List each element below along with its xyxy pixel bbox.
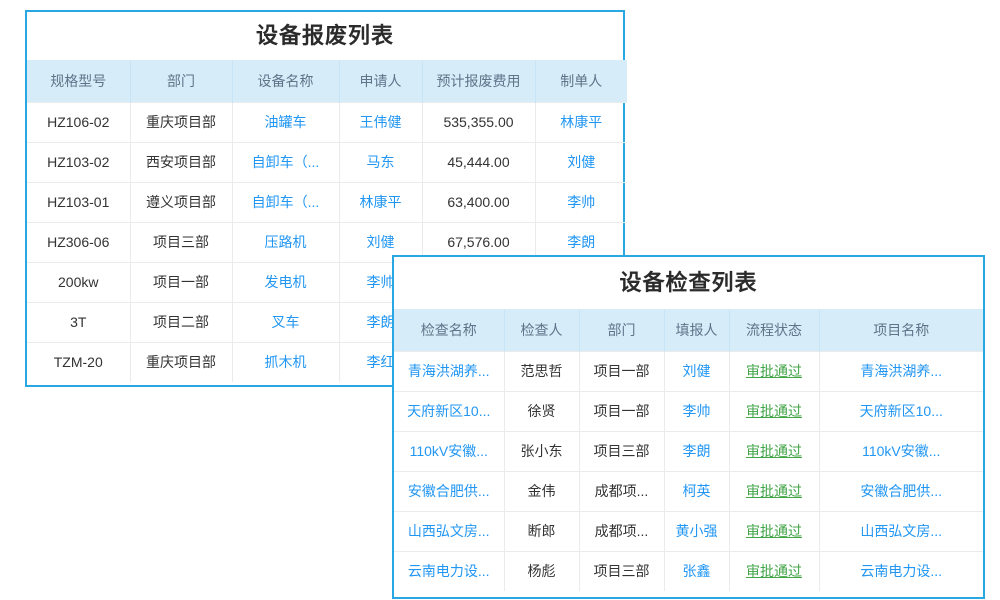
inspector-cell: 金伟	[504, 471, 579, 511]
filler-link[interactable]: 张鑫	[664, 551, 729, 591]
flow-status-link[interactable]: 审批通过	[729, 391, 819, 431]
column-header-department: 部门	[130, 60, 232, 102]
department-cell: 成都项...	[579, 511, 664, 551]
spec-model-cell: TZM-20	[27, 342, 130, 382]
equipment-name-link[interactable]: 油罐车	[232, 102, 339, 142]
table-row: 云南电力设... 杨彪 项目三部 张鑫 审批通过 云南电力设...	[394, 551, 983, 591]
table-row: 青海洪湖养... 范思哲 项目一部 刘健 审批通过 青海洪湖养...	[394, 351, 983, 391]
creator-link[interactable]: 林康平	[535, 102, 627, 142]
column-header-department: 部门	[579, 309, 664, 351]
department-cell: 遵义项目部	[130, 182, 232, 222]
department-cell: 项目二部	[130, 302, 232, 342]
column-header-flow-status: 流程状态	[729, 309, 819, 351]
inspector-cell: 张小东	[504, 431, 579, 471]
creator-link[interactable]: 李帅	[535, 182, 627, 222]
column-header-applicant: 申请人	[339, 60, 422, 102]
flow-status-link[interactable]: 审批通过	[729, 511, 819, 551]
filler-link[interactable]: 刘健	[664, 351, 729, 391]
spec-model-cell: 3T	[27, 302, 130, 342]
inspection-list-title: 设备检查列表	[394, 257, 983, 309]
table-row: 天府新区10... 徐贤 项目一部 李帅 审批通过 天府新区10...	[394, 391, 983, 431]
department-cell: 项目一部	[130, 262, 232, 302]
column-header-estimated-cost: 预计报废费用	[422, 60, 535, 102]
estimated-cost-cell: 45,444.00	[422, 142, 535, 182]
applicant-link[interactable]: 马东	[339, 142, 422, 182]
flow-status-link[interactable]: 审批通过	[729, 471, 819, 511]
table-row: 安徽合肥供... 金伟 成都项... 柯英 审批通过 安徽合肥供...	[394, 471, 983, 511]
inspector-cell: 范思哲	[504, 351, 579, 391]
spec-model-cell: HZ103-02	[27, 142, 130, 182]
column-header-spec-model: 规格型号	[27, 60, 130, 102]
table-row: 山西弘文房... 断郎 成都项... 黄小强 审批通过 山西弘文房...	[394, 511, 983, 551]
flow-status-link[interactable]: 审批通过	[729, 431, 819, 471]
column-header-creator: 制单人	[535, 60, 627, 102]
spec-model-cell: 200kw	[27, 262, 130, 302]
equipment-name-link[interactable]: 自卸车（...	[232, 142, 339, 182]
filler-link[interactable]: 李帅	[664, 391, 729, 431]
applicant-link[interactable]: 王伟健	[339, 102, 422, 142]
inspection-list-card: 设备检查列表 检查名称 检查人 部门 填报人 流程状态 项目名称 青海洪湖养..…	[392, 255, 985, 599]
project-name-link[interactable]: 云南电力设...	[819, 551, 983, 591]
department-cell: 项目一部	[579, 351, 664, 391]
spec-model-cell: HZ103-01	[27, 182, 130, 222]
column-header-filler: 填报人	[664, 309, 729, 351]
inspection-name-link[interactable]: 山西弘文房...	[394, 511, 504, 551]
department-cell: 项目三部	[579, 551, 664, 591]
column-header-inspector: 检查人	[504, 309, 579, 351]
department-cell: 项目三部	[130, 222, 232, 262]
column-header-equipment-name: 设备名称	[232, 60, 339, 102]
department-cell: 项目三部	[579, 431, 664, 471]
table-row: HZ106-02 重庆项目部 油罐车 王伟健 535,355.00 林康平	[27, 102, 627, 142]
estimated-cost-cell: 535,355.00	[422, 102, 535, 142]
filler-link[interactable]: 柯英	[664, 471, 729, 511]
project-name-link[interactable]: 安徽合肥供...	[819, 471, 983, 511]
scrap-header-row: 规格型号 部门 设备名称 申请人 预计报废费用 制单人	[27, 60, 627, 102]
department-cell: 重庆项目部	[130, 342, 232, 382]
inspection-name-link[interactable]: 天府新区10...	[394, 391, 504, 431]
creator-link[interactable]: 刘健	[535, 142, 627, 182]
table-row: HZ103-01 遵义项目部 自卸车（... 林康平 63,400.00 李帅	[27, 182, 627, 222]
inspection-header-row: 检查名称 检查人 部门 填报人 流程状态 项目名称	[394, 309, 983, 351]
equipment-name-link[interactable]: 自卸车（...	[232, 182, 339, 222]
table-row: HZ103-02 西安项目部 自卸车（... 马东 45,444.00 刘健	[27, 142, 627, 182]
filler-link[interactable]: 黄小强	[664, 511, 729, 551]
column-header-project-name: 项目名称	[819, 309, 983, 351]
inspection-name-link[interactable]: 青海洪湖养...	[394, 351, 504, 391]
department-cell: 重庆项目部	[130, 102, 232, 142]
flow-status-link[interactable]: 审批通过	[729, 551, 819, 591]
scrap-list-title: 设备报废列表	[27, 12, 623, 60]
column-header-inspection-name: 检查名称	[394, 309, 504, 351]
department-cell: 成都项...	[579, 471, 664, 511]
table-row: 110kV安徽... 张小东 项目三部 李朗 审批通过 110kV安徽...	[394, 431, 983, 471]
equipment-name-link[interactable]: 抓木机	[232, 342, 339, 382]
project-name-link[interactable]: 110kV安徽...	[819, 431, 983, 471]
estimated-cost-cell: 63,400.00	[422, 182, 535, 222]
inspection-name-link[interactable]: 安徽合肥供...	[394, 471, 504, 511]
spec-model-cell: HZ106-02	[27, 102, 130, 142]
inspector-cell: 徐贤	[504, 391, 579, 431]
project-name-link[interactable]: 山西弘文房...	[819, 511, 983, 551]
equipment-name-link[interactable]: 发电机	[232, 262, 339, 302]
filler-link[interactable]: 李朗	[664, 431, 729, 471]
project-name-link[interactable]: 青海洪湖养...	[819, 351, 983, 391]
inspection-name-link[interactable]: 110kV安徽...	[394, 431, 504, 471]
department-cell: 项目一部	[579, 391, 664, 431]
project-name-link[interactable]: 天府新区10...	[819, 391, 983, 431]
inspector-cell: 杨彪	[504, 551, 579, 591]
flow-status-link[interactable]: 审批通过	[729, 351, 819, 391]
spec-model-cell: HZ306-06	[27, 222, 130, 262]
equipment-name-link[interactable]: 压路机	[232, 222, 339, 262]
department-cell: 西安项目部	[130, 142, 232, 182]
inspector-cell: 断郎	[504, 511, 579, 551]
equipment-name-link[interactable]: 叉车	[232, 302, 339, 342]
inspection-name-link[interactable]: 云南电力设...	[394, 551, 504, 591]
applicant-link[interactable]: 林康平	[339, 182, 422, 222]
inspection-list-table: 检查名称 检查人 部门 填报人 流程状态 项目名称 青海洪湖养... 范思哲 项…	[394, 309, 983, 591]
